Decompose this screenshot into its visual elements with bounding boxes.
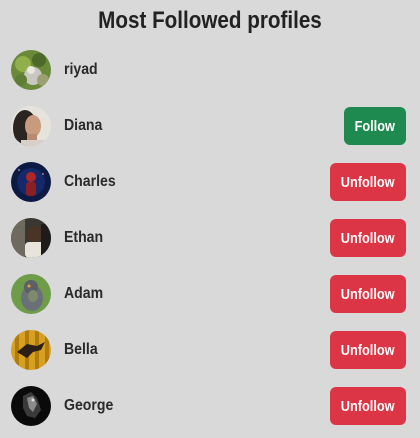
unfollow-button[interactable]: Unfollow <box>330 275 406 313</box>
profile-row-ethan: Ethan Unfollow <box>0 210 420 266</box>
profile-name[interactable]: Bella <box>64 340 98 360</box>
avatar-bella <box>11 330 51 370</box>
profile-row-charles: Charles Unfollow <box>0 154 420 210</box>
profile-row-george: George Unfollow <box>0 378 420 434</box>
follow-button[interactable]: Follow <box>344 107 406 145</box>
unfollow-button[interactable]: Unfollow <box>330 387 406 425</box>
avatar-george <box>11 386 51 426</box>
avatar-charles <box>11 162 51 202</box>
profile-row-diana: Diana Follow <box>0 98 420 154</box>
profile-name[interactable]: George <box>64 396 113 416</box>
avatar-ethan <box>11 218 51 258</box>
profile-row-adam: Adam Unfollow <box>0 266 420 322</box>
avatar-adam <box>11 274 51 314</box>
profile-name[interactable]: Diana <box>64 116 102 136</box>
profile-name[interactable]: Ethan <box>64 228 103 248</box>
unfollow-button[interactable]: Unfollow <box>330 331 406 369</box>
profile-name[interactable]: riyad <box>64 60 98 80</box>
profile-name[interactable]: Charles <box>64 172 116 192</box>
avatar-riyad <box>11 50 51 90</box>
page-title: Most Followed profiles <box>98 7 322 34</box>
unfollow-button[interactable]: Unfollow <box>330 163 406 201</box>
unfollow-button[interactable]: Unfollow <box>330 219 406 257</box>
avatar-diana <box>11 106 51 146</box>
profile-row-riyad: riyad <box>0 42 420 98</box>
profile-row-bella: Bella Unfollow <box>0 322 420 378</box>
profile-name[interactable]: Adam <box>64 284 103 304</box>
